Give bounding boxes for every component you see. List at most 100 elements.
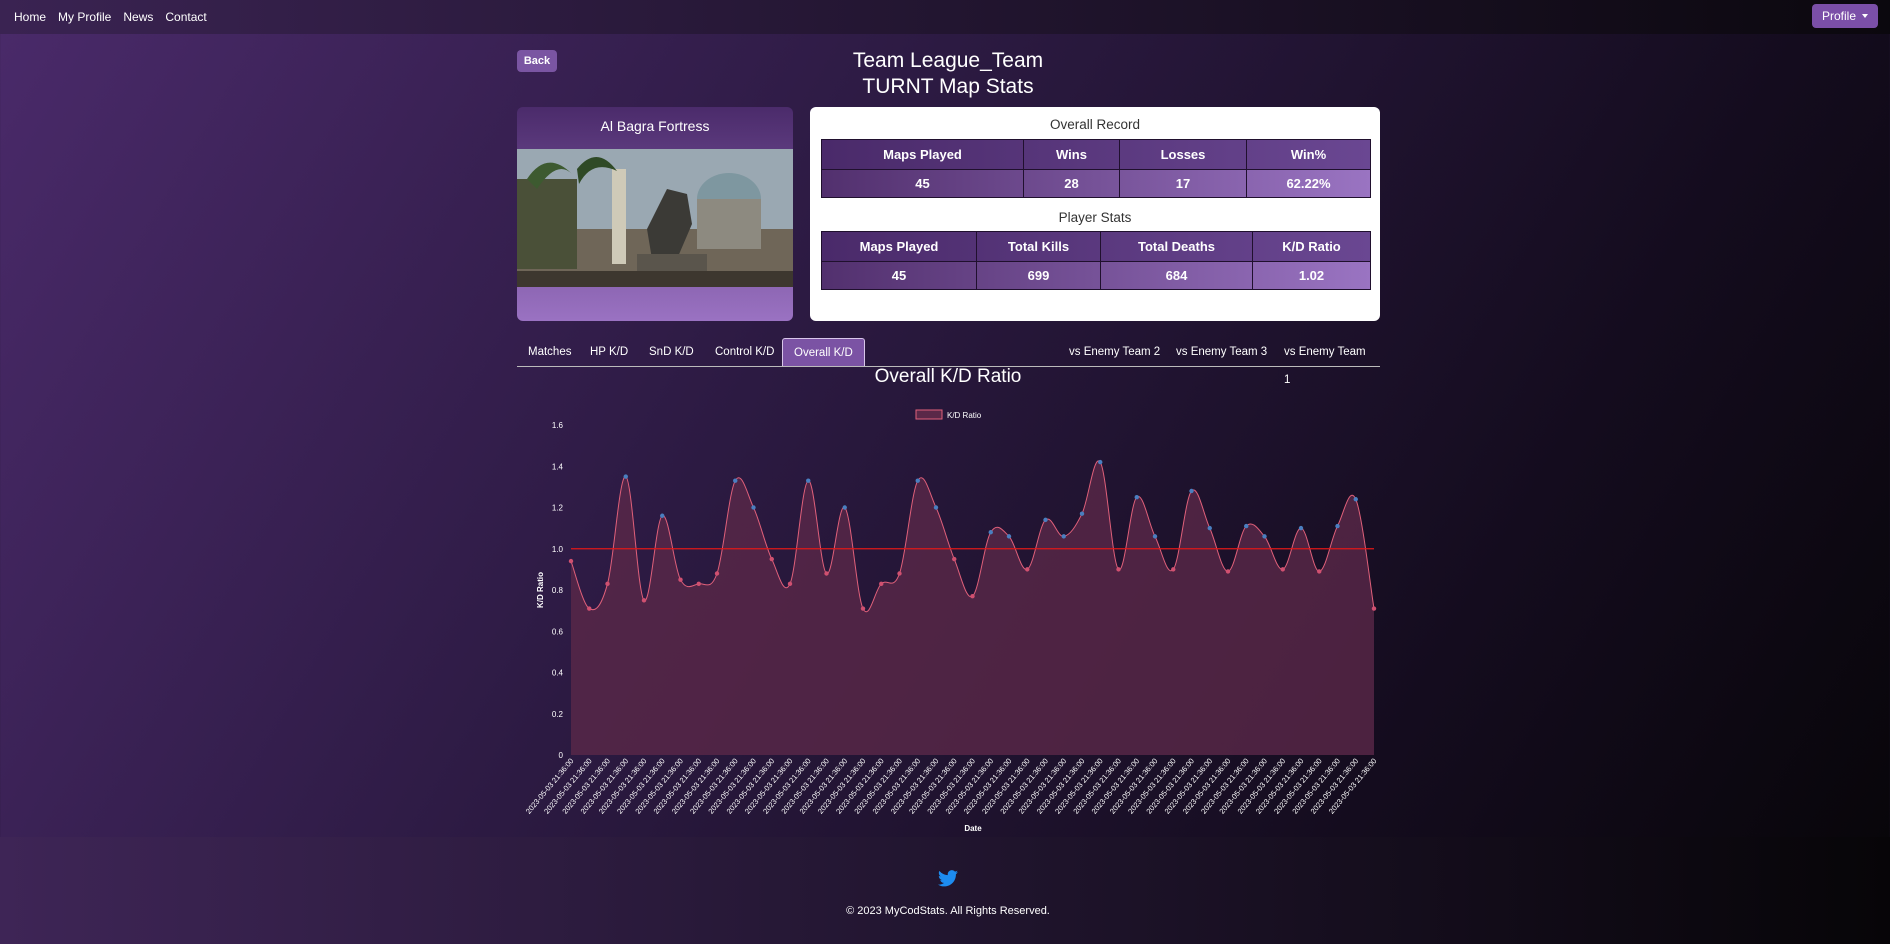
data-point[interactable] — [733, 478, 738, 483]
cell: 62.22% — [1246, 169, 1371, 198]
stats-card: Overall Record Maps Played Wins Losses W… — [810, 107, 1380, 321]
data-point[interactable] — [751, 505, 756, 510]
nav-news[interactable]: News — [123, 10, 153, 24]
data-point[interactable] — [1171, 567, 1176, 572]
y-tick-label: 1.4 — [552, 462, 564, 471]
player-stats-heading: Player Stats — [1058, 210, 1132, 225]
tab-vs-enemy-team-1[interactable]: vs Enemy Team 1 — [1273, 338, 1380, 386]
col-header: Total Deaths — [1100, 231, 1253, 262]
y-tick-label: 0.6 — [552, 627, 564, 636]
data-point[interactable] — [860, 606, 866, 611]
data-point[interactable] — [1317, 569, 1322, 574]
data-point[interactable] — [1207, 525, 1212, 531]
data-point[interactable] — [696, 581, 701, 587]
data-point[interactable] — [933, 505, 939, 510]
data-point[interactable] — [1098, 459, 1103, 465]
y-tick-label: 1.6 — [552, 421, 564, 430]
map-name: Al Bagra Fortress — [600, 118, 710, 134]
map-card: Al Bagra Fortress — [517, 107, 793, 321]
cell: 17 — [1119, 169, 1247, 198]
profile-label: Profile — [1821, 9, 1856, 23]
y-axis: 0 0.2 0.4 0.6 0.8 1.0 1.2 1.4 1.6 — [552, 421, 564, 760]
data-point[interactable] — [1079, 511, 1085, 516]
data-point[interactable] — [1225, 569, 1231, 574]
kd-ratio-chart: K/D Ratio 0 0.2 0.4 0.6 0.8 1.0 1.2 1.4 1.6 2023… — [524, 409, 1379, 833]
data-point[interactable] — [806, 478, 811, 483]
data-point[interactable] — [1353, 497, 1358, 502]
col-header: Total Kills — [976, 231, 1101, 262]
y-tick-label: 0 — [559, 751, 564, 760]
cell: 684 — [1100, 261, 1253, 290]
data-point[interactable] — [915, 478, 920, 483]
data-point[interactable] — [842, 505, 847, 510]
col-header: Wins — [1023, 139, 1120, 170]
data-point[interactable] — [1025, 567, 1030, 572]
tab-hp-kd[interactable]: HP K/D — [579, 338, 639, 366]
data-point[interactable] — [970, 593, 975, 599]
tab-snd-kd[interactable]: SnD K/D — [638, 338, 705, 366]
data-point[interactable] — [568, 558, 574, 564]
nav-home[interactable]: Home — [14, 10, 46, 24]
nav-links: Home My Profile News Contact — [14, 10, 207, 24]
data-point[interactable] — [1371, 606, 1377, 611]
data-point[interactable] — [1244, 523, 1249, 529]
col-header: K/D Ratio — [1252, 231, 1371, 262]
player-stats-table: Maps Played Total Kills Total Deaths K/D… — [821, 231, 1371, 290]
overall-record-heading: Overall Record — [1049, 117, 1141, 132]
tab-control-kd[interactable]: Control K/D — [704, 338, 785, 366]
col-header: Maps Played — [821, 139, 1024, 170]
data-point[interactable] — [1189, 488, 1194, 494]
cell: 28 — [1023, 169, 1120, 198]
area-fill — [571, 460, 1374, 755]
data-point[interactable] — [1061, 534, 1066, 539]
data-point[interactable] — [1262, 534, 1267, 539]
col-header: Win% — [1246, 139, 1371, 170]
data-point[interactable] — [769, 556, 774, 562]
cell: 45 — [821, 169, 1024, 198]
data-point[interactable] — [1280, 567, 1285, 572]
navbar: Home My Profile News Contact Profile — [0, 0, 1890, 34]
twitter-icon[interactable] — [938, 870, 958, 887]
nav-contact[interactable]: Contact — [165, 10, 206, 24]
team-title: Team League_Team — [852, 49, 1044, 72]
data-point[interactable] — [1152, 534, 1158, 539]
legend-swatch — [915, 409, 943, 420]
overall-record-table: Maps Played Wins Losses Win% 45 28 17 62… — [821, 139, 1371, 198]
y-tick-label: 1.0 — [552, 545, 564, 554]
data-point[interactable] — [824, 571, 829, 576]
x-axis-label: Date — [964, 824, 982, 833]
tab-vs-enemy-team-2[interactable]: vs Enemy Team 2 — [1058, 338, 1171, 366]
y-tick-label: 0.2 — [552, 710, 564, 719]
data-point[interactable] — [678, 577, 683, 582]
cell: 699 — [976, 261, 1101, 290]
data-point[interactable] — [714, 571, 720, 576]
data-point[interactable] — [605, 581, 610, 587]
data-point[interactable] — [787, 581, 793, 587]
y-tick-label: 0.8 — [552, 586, 564, 595]
data-point[interactable] — [1043, 517, 1048, 523]
data-point[interactable] — [988, 530, 993, 535]
profile-dropdown-button[interactable]: Profile — [1811, 4, 1878, 28]
data-point[interactable] — [879, 581, 884, 587]
data-point[interactable] — [1134, 494, 1139, 500]
chart-title: Overall K/D Ratio — [874, 366, 1022, 387]
tab-overall-kd[interactable]: Overall K/D — [782, 338, 865, 366]
data-point[interactable] — [623, 474, 628, 479]
page-title: TURNT Map Stats — [862, 75, 1034, 98]
data-point[interactable] — [641, 598, 647, 603]
data-point[interactable] — [587, 606, 592, 611]
data-point[interactable] — [952, 556, 957, 562]
data-point[interactable] — [1298, 525, 1304, 531]
data-point[interactable] — [1335, 523, 1340, 529]
tab-vs-enemy-team-3[interactable]: vs Enemy Team 3 — [1165, 338, 1278, 366]
data-point[interactable] — [1006, 534, 1012, 539]
col-header: Maps Played — [821, 231, 977, 262]
data-point[interactable] — [660, 513, 665, 518]
y-tick-label: 0.4 — [552, 669, 564, 678]
data-point[interactable] — [1116, 567, 1121, 572]
tab-matches[interactable]: Matches — [517, 338, 582, 366]
nav-my-profile[interactable]: My Profile — [58, 10, 111, 24]
cell: 1.02 — [1252, 261, 1371, 290]
cell: 45 — [821, 261, 977, 290]
data-point[interactable] — [897, 571, 902, 576]
